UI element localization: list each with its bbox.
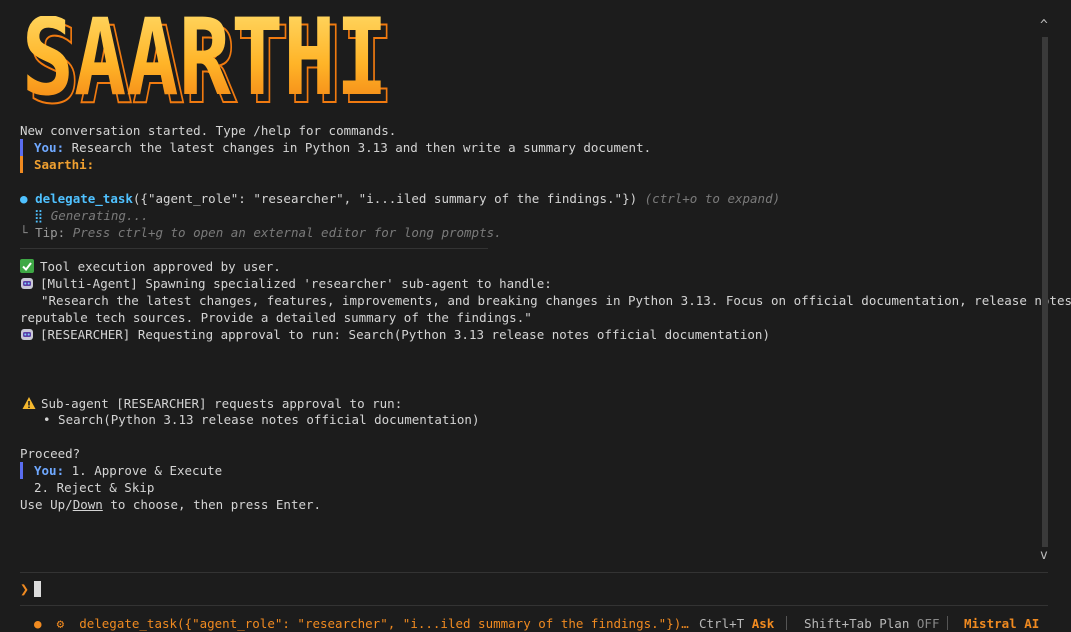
tip-line: └ Tip: Press ctrl+g to open an external …	[20, 224, 502, 241]
prompt-chevron-icon: ❯	[20, 580, 30, 598]
proceed-prompt: Proceed?	[20, 446, 81, 461]
expand-hint: (ctrl+o to expand)	[644, 191, 781, 206]
warning-icon	[22, 397, 36, 409]
tool-bullet-icon: ●	[20, 191, 28, 206]
provider-label[interactable]: Mistral AI	[964, 615, 1039, 632]
plan-key: Shift+Tab Plan	[804, 616, 910, 631]
tool-args: ({"agent_role": "researcher", "i...iled …	[132, 191, 638, 206]
option-user-label: You:	[34, 463, 65, 478]
conversation-start: New conversation started. Type /help for…	[20, 123, 397, 138]
text-input-cursor[interactable]	[34, 581, 41, 597]
option-reject[interactable]: 2. Reject & Skip	[34, 479, 154, 496]
status-separator	[786, 616, 787, 630]
ask-toggle[interactable]: Ctrl+T Ask	[699, 615, 774, 632]
approval-title-line: Sub-agent [RESEARCHER] requests approval…	[22, 395, 402, 412]
researcher-request-text: [RESEARCHER] Requesting approval to run:…	[40, 327, 770, 342]
input-top-border	[20, 572, 1048, 573]
tool-name: delegate_task	[35, 191, 133, 206]
plan-state: OFF	[916, 616, 940, 631]
approved-line: Tool execution approved by user.	[20, 258, 281, 275]
assistant-label: Saarthi:	[34, 157, 95, 172]
option-approve[interactable]: You: 1. Approve & Execute	[34, 462, 222, 479]
status-bullet-icon: ●	[34, 616, 42, 631]
ask-label: Ask	[751, 616, 775, 631]
instruction-down: Down	[72, 497, 103, 512]
instruction-pre: Use Up/	[20, 497, 73, 512]
ask-key: Ctrl+T	[699, 616, 745, 631]
user-message: Research the latest changes in Python 3.…	[71, 140, 652, 155]
status-task-text: delegate_task({"agent_role": "researcher…	[79, 616, 689, 631]
scroll-down-icon[interactable]: v	[1040, 548, 1048, 563]
generating-text: Generating...	[50, 208, 149, 223]
spawn-line: [Multi-Agent] Spawning specialized 'rese…	[20, 275, 552, 292]
scroll-up-icon[interactable]: ^	[1040, 18, 1048, 33]
input-bottom-border	[20, 605, 1048, 606]
approval-title: Sub-agent [RESEARCHER] requests approval…	[41, 396, 403, 411]
user-message-line: You: Research the latest changes in Pyth…	[34, 139, 651, 156]
user-bar	[20, 139, 23, 156]
approval-item: • Search(Python 3.13 release notes offic…	[43, 412, 480, 427]
tool-call-line[interactable]: ● delegate_task({"agent_role": "research…	[20, 190, 780, 207]
robot-icon	[21, 278, 33, 289]
instruction-post: to choose, then press Enter.	[102, 497, 322, 512]
status-separator	[947, 616, 948, 630]
plan-toggle[interactable]: Shift+Tab Plan OFF	[804, 615, 939, 632]
spawn-text: [Multi-Agent] Spawning specialized 'rese…	[40, 276, 552, 291]
robot-icon	[21, 329, 33, 340]
scrollbar-thumb[interactable]	[1042, 37, 1048, 547]
researcher-request-line: [RESEARCHER] Requesting approval to run:…	[20, 326, 770, 343]
gear-icon: ⚙	[56, 616, 65, 631]
logo-text-fill: SAARTHI	[22, 16, 388, 116]
selection-bar	[20, 462, 23, 479]
spinner-icon: ⣿	[34, 208, 44, 223]
divider	[20, 248, 488, 249]
tip-label: Tip:	[35, 225, 66, 240]
task-line-2: reputable tech sources. Provide a detail…	[20, 310, 532, 325]
tip-corner-icon: └	[20, 225, 28, 240]
task-line-1: "Research the latest changes, features, …	[41, 293, 1071, 308]
option-approve-text: 1. Approve & Execute	[71, 463, 223, 478]
generating-line: ⣿ Generating...	[34, 207, 149, 224]
instruction-line: Use Up/Down to choose, then press Enter.	[20, 496, 321, 513]
approved-text: Tool execution approved by user.	[40, 259, 281, 274]
check-icon	[20, 259, 34, 273]
saarthi-logo: SAARTHI SAARTHI	[22, 16, 390, 116]
user-label: You:	[34, 140, 65, 155]
status-task: ● ⚙ delegate_task({"agent_role": "resear…	[34, 615, 689, 632]
assistant-bar	[20, 156, 23, 173]
tip-text: Press ctrl+g to open an external editor …	[72, 225, 502, 240]
